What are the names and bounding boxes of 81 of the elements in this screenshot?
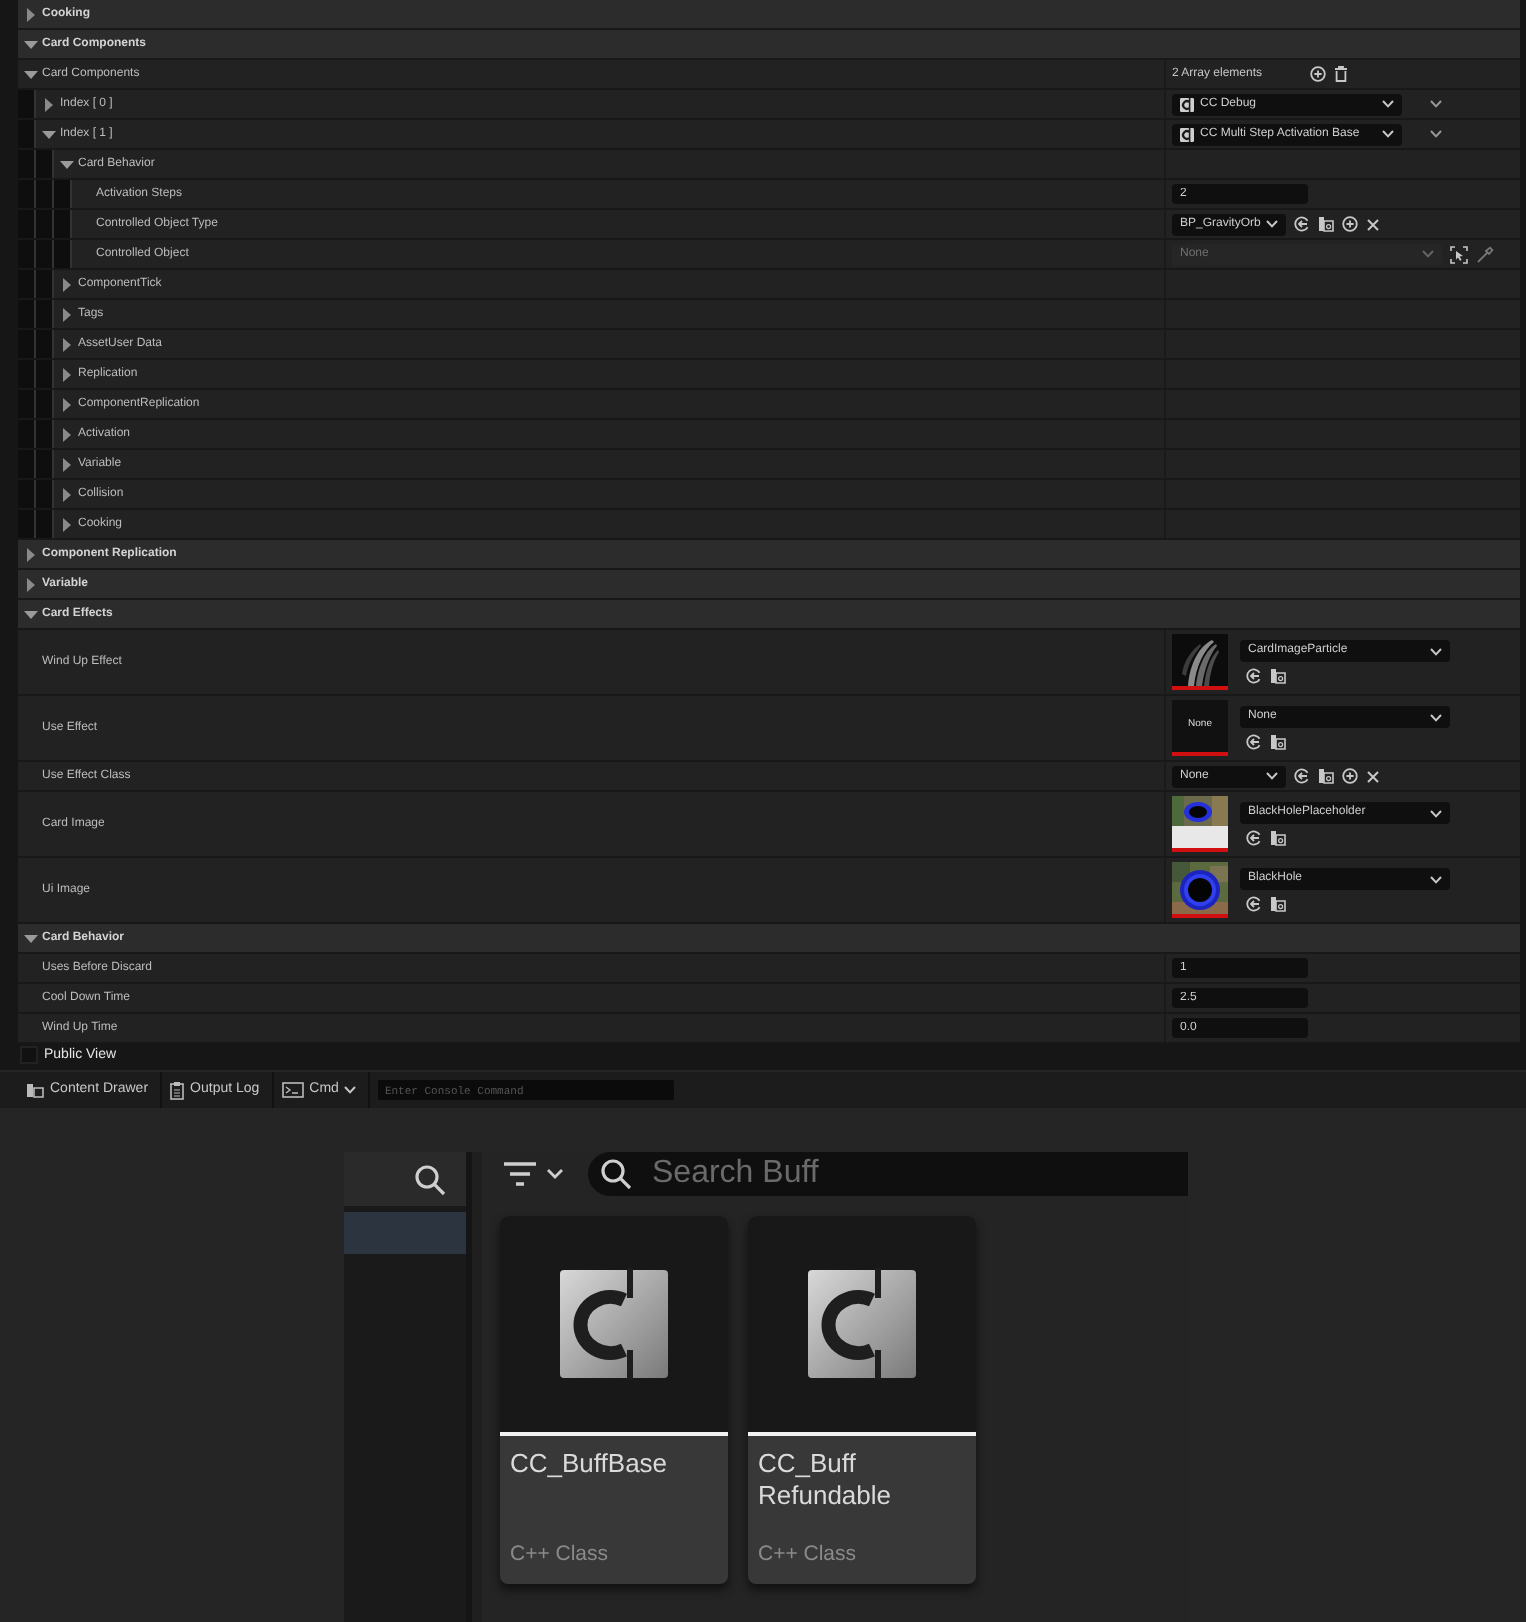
asset-tile[interactable]: CC_Buff Refundable C++ Class — [748, 1216, 976, 1584]
browse-folder-icon[interactable] — [1318, 216, 1334, 232]
expander-arrow-icon[interactable] — [25, 577, 35, 591]
indent-guide — [18, 480, 54, 508]
expander-arrow-icon[interactable] — [23, 39, 37, 49]
splitter-handle[interactable] — [466, 1152, 482, 1622]
caret-icon — [1430, 713, 1442, 721]
expander-arrow-icon[interactable] — [61, 487, 71, 501]
expander-arrow-icon[interactable] — [61, 337, 71, 351]
search-field[interactable]: Search Buff — [588, 1152, 1188, 1196]
clear-icon[interactable] — [1366, 769, 1380, 783]
expander-arrow-icon[interactable] — [61, 397, 71, 411]
expander-arrow-icon[interactable] — [23, 609, 37, 619]
asset-tile[interactable]: CC_BuffBase C++ Class — [500, 1216, 728, 1584]
expander-arrow-icon[interactable] — [43, 97, 53, 111]
caret-icon — [1430, 809, 1442, 817]
caret-icon — [1266, 772, 1278, 780]
indent-guide — [18, 330, 54, 358]
chevron-icon[interactable] — [1430, 100, 1442, 108]
terminal-icon — [281, 1082, 304, 1098]
search-icon — [600, 1158, 632, 1190]
expander-arrow-icon[interactable] — [61, 427, 71, 441]
expander-arrow-icon[interactable] — [61, 367, 71, 381]
use-selected-icon[interactable] — [1246, 734, 1262, 750]
indent-guide — [18, 420, 54, 448]
use-selected-icon[interactable] — [1246, 668, 1262, 684]
add-icon[interactable] — [1342, 768, 1358, 784]
expander-arrow-icon[interactable] — [41, 129, 55, 139]
expander-arrow-icon[interactable] — [23, 933, 37, 943]
indent-guide — [18, 390, 54, 418]
expander-arrow-icon[interactable] — [61, 307, 71, 321]
asset-name: CC_Buff Refundable — [758, 1448, 893, 1511]
browse-folder-icon[interactable] — [1270, 830, 1286, 846]
use-selected-icon[interactable] — [1246, 896, 1262, 912]
chevron-icon[interactable] — [1430, 130, 1442, 138]
class-logo-icon — [806, 1268, 918, 1380]
expander-arrow-icon[interactable] — [25, 7, 35, 21]
indent-guide — [18, 510, 54, 538]
caret-icon — [1382, 100, 1394, 108]
add-icon[interactable] — [1310, 66, 1327, 82]
pick-actor-icon[interactable] — [1450, 245, 1468, 263]
use-selected-icon[interactable] — [1294, 216, 1310, 232]
browse-folder-icon[interactable] — [1270, 896, 1286, 912]
use-selected-icon[interactable] — [1294, 768, 1310, 784]
use-selected-icon[interactable] — [1246, 830, 1262, 846]
caret-icon — [1266, 220, 1279, 228]
expander-arrow-icon[interactable] — [61, 517, 71, 531]
drawer-icon — [26, 1082, 44, 1098]
expander-arrow-icon[interactable] — [61, 457, 71, 471]
indent-guide — [18, 450, 54, 478]
asset-name: CC_BuffBase — [510, 1448, 670, 1480]
class-icon — [1180, 127, 1194, 141]
indent-guide — [18, 300, 54, 328]
caret-icon — [546, 1168, 564, 1180]
log-icon — [170, 1081, 185, 1099]
asset-type: C++ Class — [510, 1540, 611, 1571]
indent-guide — [18, 210, 72, 238]
clear-icon[interactable] — [1366, 217, 1380, 231]
expander-arrow-icon[interactable] — [23, 69, 37, 79]
indent-guide — [18, 90, 36, 118]
add-icon[interactable] — [1342, 216, 1358, 232]
search-icon[interactable] — [414, 1163, 446, 1195]
browse-folder-icon[interactable] — [1270, 668, 1286, 684]
filter-icon — [502, 1160, 538, 1188]
caret-icon — [1422, 250, 1434, 258]
indent-guide — [18, 360, 54, 388]
class-logo-icon — [558, 1268, 670, 1380]
class-icon — [1180, 97, 1194, 111]
browse-folder-icon[interactable] — [1270, 734, 1286, 750]
expander-arrow-icon[interactable] — [61, 277, 71, 291]
delete-icon[interactable] — [1334, 66, 1349, 82]
browse-folder-icon[interactable] — [1318, 768, 1334, 784]
caret-icon — [1430, 875, 1442, 883]
asset-type: C++ Class — [758, 1540, 859, 1571]
expander-arrow-icon[interactable] — [59, 159, 73, 169]
caret-icon — [1382, 130, 1394, 138]
eyedropper-icon[interactable] — [1476, 245, 1494, 263]
caret-icon — [344, 1086, 357, 1094]
expander-arrow-icon[interactable] — [25, 547, 35, 561]
caret-icon — [1430, 647, 1442, 655]
search-input[interactable]: Search Buff — [648, 1148, 1048, 1200]
